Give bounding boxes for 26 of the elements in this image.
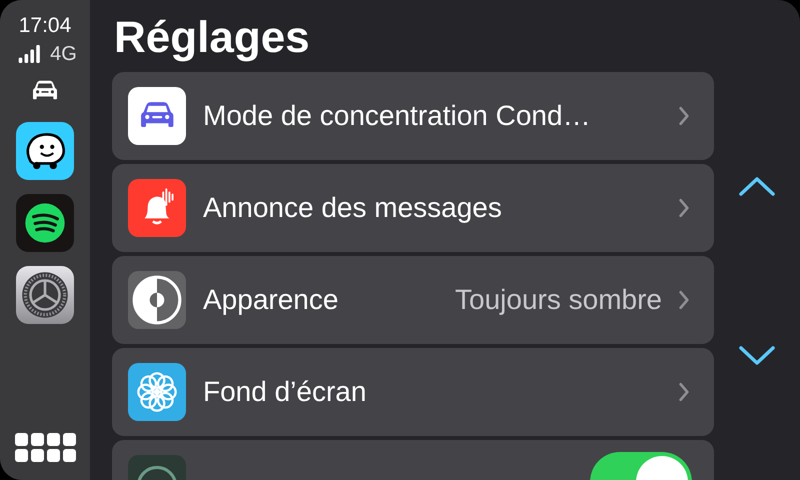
chevron-right-icon	[678, 290, 690, 310]
car-icon	[30, 78, 60, 102]
page-title: Réglages	[114, 14, 311, 62]
settings-row[interactable]: Annonce des messages	[112, 164, 714, 252]
scroll-down-icon[interactable]	[739, 346, 775, 366]
chevron-right-icon	[678, 382, 690, 402]
row-label: Fond d’écran	[203, 376, 368, 408]
app-grid-icon[interactable]	[14, 433, 76, 462]
row-label: Apparence	[203, 284, 340, 316]
music-waves-icon[interactable]	[16, 194, 74, 252]
car-icon	[128, 87, 186, 145]
gear-icon[interactable]	[16, 266, 74, 324]
row-label: Mode de concentration Cond…	[203, 100, 592, 132]
smiley-bubble-icon[interactable]	[16, 122, 74, 180]
clock-time: 17:04	[18, 14, 72, 38]
settings-row[interactable]: Fond d’écran	[112, 348, 714, 436]
network-label: 4G	[50, 42, 77, 66]
flower-icon	[128, 363, 186, 421]
settings-row[interactable]: Apparence Toujours sombre	[112, 256, 714, 344]
row-value: Toujours sombre	[455, 284, 662, 316]
bell-icon	[128, 179, 186, 237]
settings-row[interactable]: Mode de concentration Cond…	[112, 72, 714, 160]
chevron-right-icon	[678, 106, 690, 126]
row-label: Annonce des messages	[203, 192, 503, 224]
chevron-right-icon	[678, 198, 690, 218]
scroll-up-icon[interactable]	[739, 176, 775, 196]
